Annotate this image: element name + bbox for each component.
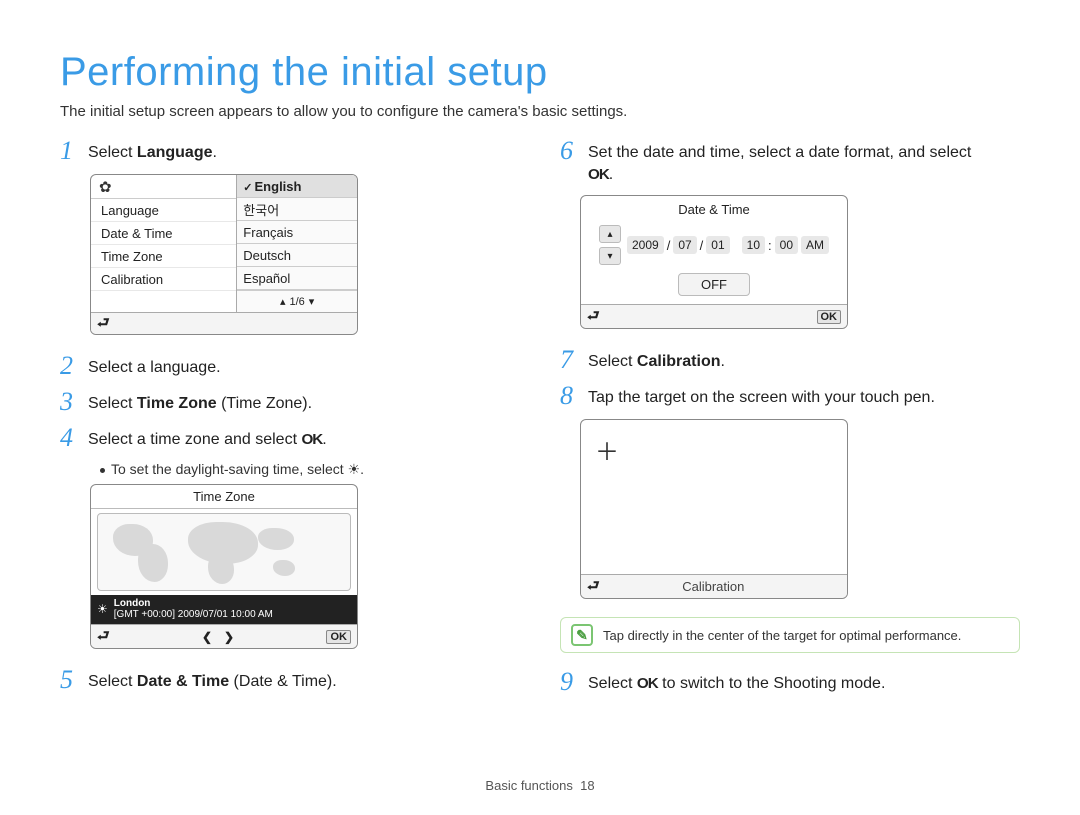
lang-paginator: ▴ 1/6 ▾: [237, 290, 357, 312]
step-pre: Select: [88, 144, 137, 161]
ok-icon: OK: [637, 675, 658, 692]
step-6: 6 Set the date and time, select a date f…: [560, 138, 1020, 185]
ok-button[interactable]: OK: [326, 630, 351, 644]
world-map[interactable]: [97, 513, 351, 591]
dt-month[interactable]: 07: [673, 236, 696, 254]
back-icon[interactable]: ⮐: [587, 305, 600, 329]
step-1: 1 Select Language.: [60, 138, 520, 164]
step-bold: Language: [137, 144, 213, 161]
step-text: Select a time zone and select OK.: [88, 425, 327, 451]
tz-gmt: [GMT +00:00] 2009/07/01 10:00 AM: [114, 609, 273, 620]
step-4-bullet: To set the daylight-saving time, select …: [100, 461, 520, 478]
step-number: 3: [60, 389, 78, 415]
page-title: Performing the initial setup: [60, 50, 1020, 95]
step-9: 9 Select OK to switch to the Shooting mo…: [560, 669, 1020, 695]
step-post: .: [212, 144, 216, 161]
dt-hour[interactable]: 10: [742, 236, 765, 254]
menu-item-datetime[interactable]: Date & Time: [91, 222, 236, 245]
dt-ampm[interactable]: AM: [801, 236, 829, 254]
sun-icon[interactable]: ☀: [97, 602, 108, 616]
step-number: 1: [60, 138, 78, 164]
step-number: 9: [560, 669, 578, 695]
lang-option-korean[interactable]: 한국어: [237, 198, 357, 221]
step-3: 3 Select Time Zone (Time Zone).: [60, 389, 520, 415]
step-4: 4 Select a time zone and select OK.: [60, 425, 520, 451]
lang-option-english[interactable]: English: [237, 175, 357, 198]
up-arrow-icon[interactable]: ▴: [599, 225, 621, 243]
language-screen: Language Date & Time Time Zone Calibrati…: [90, 174, 358, 335]
menu-item-language[interactable]: Language: [91, 199, 236, 222]
dt-title: Date & Time: [581, 196, 847, 221]
step-number: 5: [60, 667, 78, 693]
ok-button[interactable]: OK: [817, 310, 842, 324]
dt-day[interactable]: 01: [706, 236, 729, 254]
step-2: 2 Select a language.: [60, 353, 520, 379]
step-text: Select a language.: [88, 353, 221, 379]
footer-page: 18: [580, 778, 594, 793]
target-icon[interactable]: ＋: [595, 432, 619, 467]
back-icon[interactable]: ⮐: [97, 312, 110, 336]
lang-option-german[interactable]: Deutsch: [237, 244, 357, 267]
step-number: 7: [560, 347, 578, 373]
timezone-screen: Time Zone ☀ London [GMT +00:00] 2009: [90, 484, 358, 649]
ok-icon: OK: [588, 166, 609, 183]
step-number: 4: [60, 425, 78, 451]
step-text: Select Language.: [88, 138, 217, 164]
note-text: Tap directly in the center of the target…: [603, 628, 961, 643]
step-text: Set the date and time, select a date for…: [588, 138, 971, 185]
tz-city: London: [114, 598, 151, 609]
step-text: Select Calibration.: [588, 347, 725, 373]
page-up-icon[interactable]: ▴: [280, 295, 286, 308]
dt-off-button[interactable]: OFF: [678, 273, 750, 296]
menu-item-timezone[interactable]: Time Zone: [91, 245, 236, 268]
gear-icon: [99, 178, 112, 196]
back-icon[interactable]: ⮐: [97, 625, 110, 649]
left-arrow-icon[interactable]: ❮: [202, 630, 212, 644]
step-7: 7 Select Calibration.: [560, 347, 1020, 373]
step-text: Select Date & Time (Date & Time).: [88, 667, 337, 693]
lang-option-french[interactable]: Français: [237, 221, 357, 244]
step-text: Tap the target on the screen with your t…: [588, 383, 935, 409]
note-box: ✎ Tap directly in the center of the targ…: [560, 617, 1020, 653]
step-number: 6: [560, 138, 578, 185]
calibration-label: Calibration: [600, 579, 827, 594]
note-icon: ✎: [571, 624, 593, 646]
tz-title: Time Zone: [91, 485, 357, 509]
right-column: 6 Set the date and time, select a date f…: [560, 138, 1020, 705]
right-arrow-icon[interactable]: ❯: [224, 630, 234, 644]
left-column: 1 Select Language. Language Date & Time …: [60, 138, 520, 705]
ok-icon: OK: [301, 431, 322, 448]
step-8: 8 Tap the target on the screen with your…: [560, 383, 1020, 409]
lang-option-spanish[interactable]: Español: [237, 267, 357, 290]
page-down-icon[interactable]: ▾: [309, 295, 315, 308]
back-icon[interactable]: ⮐: [587, 575, 600, 599]
footer-section: Basic functions: [485, 778, 572, 793]
tz-info: ☀ London [GMT +00:00] 2009/07/01 10:00 A…: [91, 595, 357, 624]
down-arrow-icon[interactable]: ▾: [599, 247, 621, 265]
check-icon: [243, 179, 254, 194]
sun-icon: [348, 461, 361, 477]
step-text: Select Time Zone (Time Zone).: [88, 389, 312, 415]
page-indicator: 1/6: [289, 296, 304, 308]
page-subtitle: The initial setup screen appears to allo…: [60, 103, 1020, 120]
menu-item-calibration[interactable]: Calibration: [91, 268, 236, 291]
step-number: 2: [60, 353, 78, 379]
calibration-screen[interactable]: ＋ ⮐ Calibration: [580, 419, 848, 599]
dt-minute[interactable]: 00: [775, 236, 798, 254]
step-text: Select OK to switch to the Shooting mode…: [588, 669, 885, 695]
datetime-screen: Date & Time ▴ ▾ 2009 / 07 / 01 10 :: [580, 195, 848, 329]
step-number: 8: [560, 383, 578, 409]
page-footer: Basic functions 18: [0, 778, 1080, 793]
step-5: 5 Select Date & Time (Date & Time).: [60, 667, 520, 693]
dt-year[interactable]: 2009: [627, 236, 664, 254]
